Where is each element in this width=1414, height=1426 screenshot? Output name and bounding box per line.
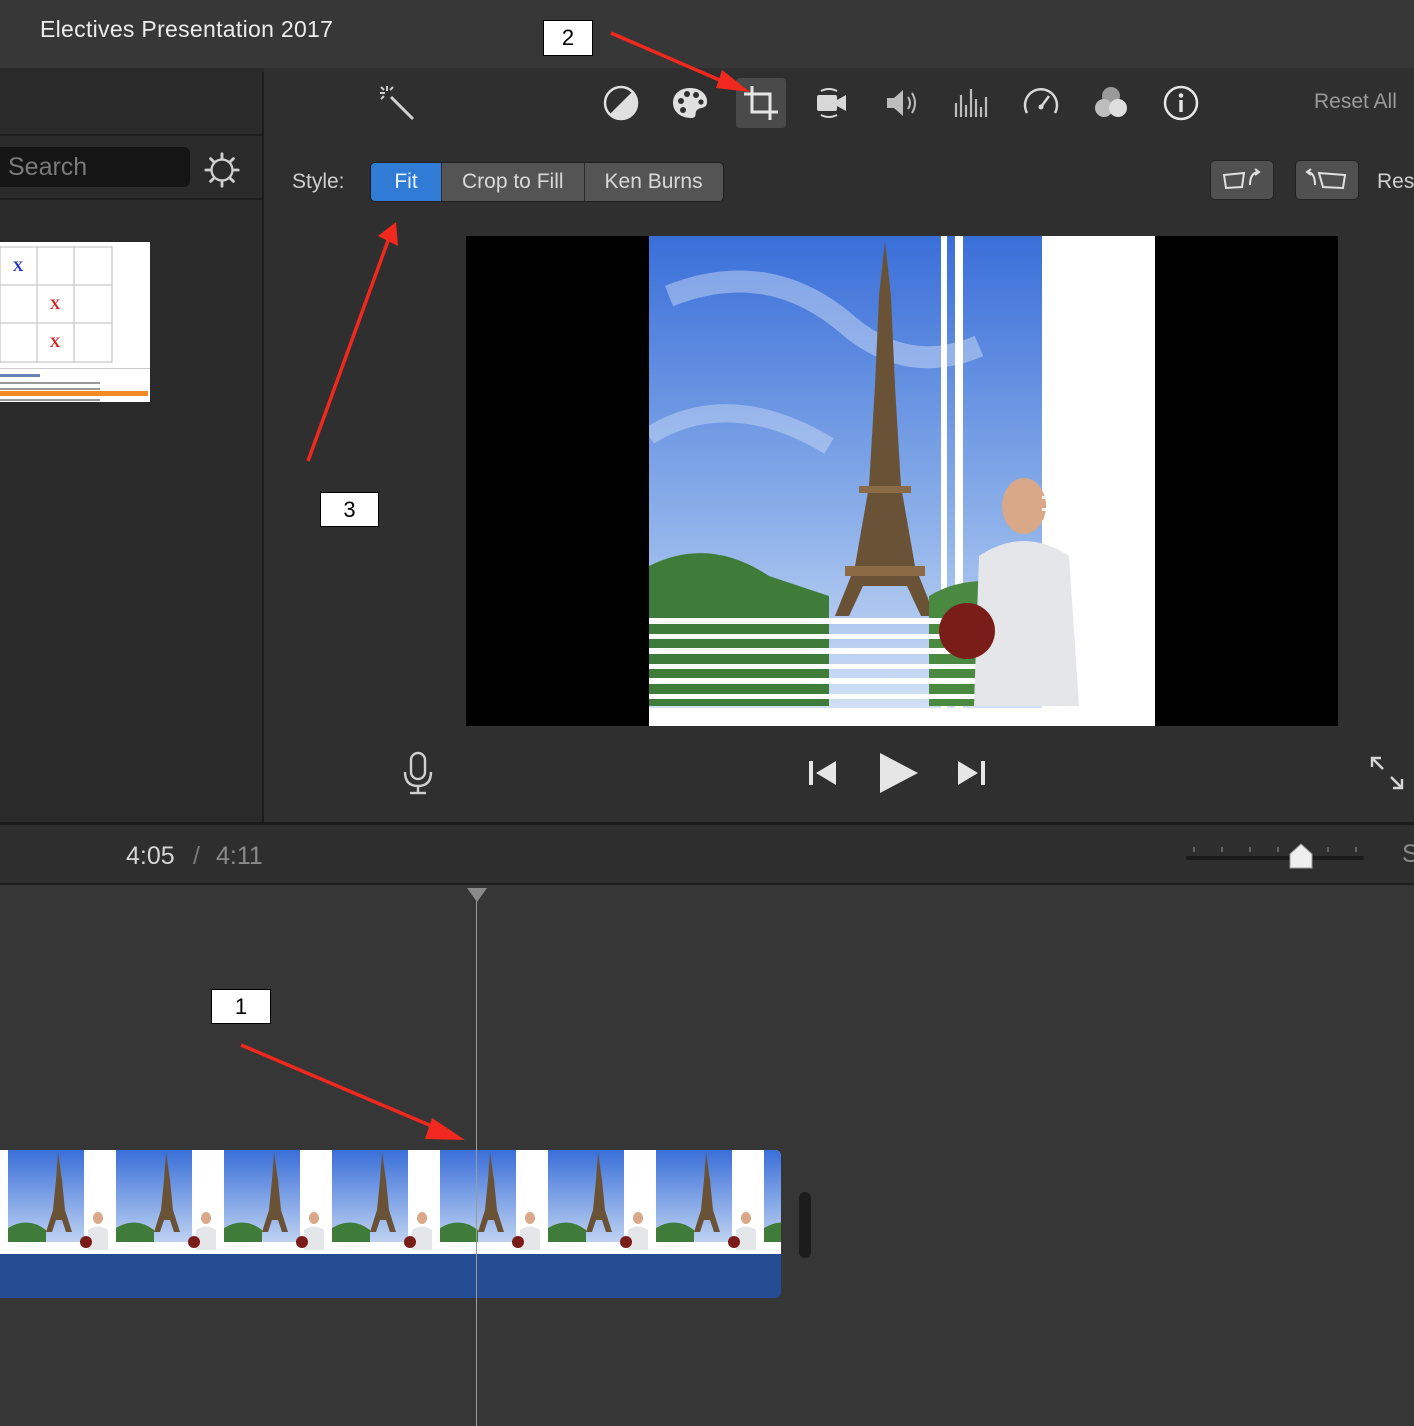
timeline-header: [0, 825, 1414, 885]
magic-wand-icon[interactable]: [372, 78, 422, 128]
video-clip[interactable]: [0, 1150, 781, 1298]
color-correction-icon[interactable]: [665, 78, 715, 128]
previous-icon[interactable]: [806, 757, 840, 789]
zoom-slider[interactable]: [1186, 856, 1364, 860]
search-input[interactable]: [0, 147, 188, 187]
clip-filter-icon[interactable]: [1086, 78, 1136, 128]
gear-icon[interactable]: [203, 151, 241, 189]
clip-trim-handle[interactable]: [799, 1192, 811, 1258]
stabilization-icon[interactable]: [806, 78, 856, 128]
equalizer-icon[interactable]: [946, 78, 996, 128]
total-time: 4:11: [216, 842, 263, 870]
zoom-ticks: [1190, 842, 1360, 852]
fit-button[interactable]: Fit: [371, 163, 442, 201]
clip-frame: [8, 1150, 116, 1254]
zoom-slider-knob[interactable]: [1289, 843, 1313, 869]
info-icon[interactable]: [1156, 78, 1206, 128]
annotation-label-3: 3: [320, 492, 379, 527]
window-title: Electives Presentation 2017: [40, 16, 334, 42]
clip-frame: [440, 1150, 548, 1254]
thumbnail-cell-mark: X: [50, 335, 61, 351]
fullscreen-icon[interactable]: [1368, 754, 1406, 792]
clip-frame: [116, 1150, 224, 1254]
next-icon[interactable]: [954, 757, 988, 789]
current-time: 4:05: [126, 842, 175, 870]
playhead[interactable]: [476, 890, 477, 1426]
thumbnail-cell-mark: X: [50, 297, 61, 313]
clip-audio-track: [0, 1254, 781, 1298]
clip-frame: [764, 1150, 781, 1254]
thumbnail-cell-mark: X: [13, 259, 24, 275]
annotation-label-1: 1: [211, 989, 271, 1024]
clip-frame: [224, 1150, 332, 1254]
reset-all-button[interactable]: Reset All: [1314, 90, 1397, 114]
clip-thumbnail[interactable]: X X X: [0, 242, 150, 402]
microphone-icon[interactable]: [400, 750, 436, 796]
rotate-counterclockwise-button[interactable]: [1210, 160, 1274, 200]
clip-frame: [332, 1150, 440, 1254]
clip-frame: [548, 1150, 656, 1254]
volume-icon[interactable]: [876, 78, 926, 128]
playhead-marker[interactable]: [467, 888, 487, 902]
play-icon[interactable]: [876, 751, 920, 795]
divider: [0, 198, 262, 200]
ken-burns-button[interactable]: Ken Burns: [584, 163, 723, 201]
style-label: Style:: [292, 170, 345, 193]
crop-to-fill-button[interactable]: Crop to Fill: [442, 163, 585, 201]
settings-label[interactable]: S: [1402, 840, 1414, 869]
preview-frame: [649, 236, 1155, 726]
color-balance-icon[interactable]: [596, 78, 646, 128]
clip-filmstrip: [0, 1150, 781, 1254]
rotate-clockwise-button[interactable]: [1295, 160, 1359, 200]
clip-frame: [656, 1150, 764, 1254]
time-separator: /: [193, 842, 200, 870]
speed-icon[interactable]: [1016, 78, 1066, 128]
divider: [0, 134, 262, 136]
annotation-label-2: 2: [543, 20, 593, 56]
reset-button[interactable]: Res: [1377, 170, 1414, 194]
crop-style-control: Fit Crop to Fill Ken Burns: [370, 162, 724, 202]
crop-icon[interactable]: [736, 78, 786, 128]
